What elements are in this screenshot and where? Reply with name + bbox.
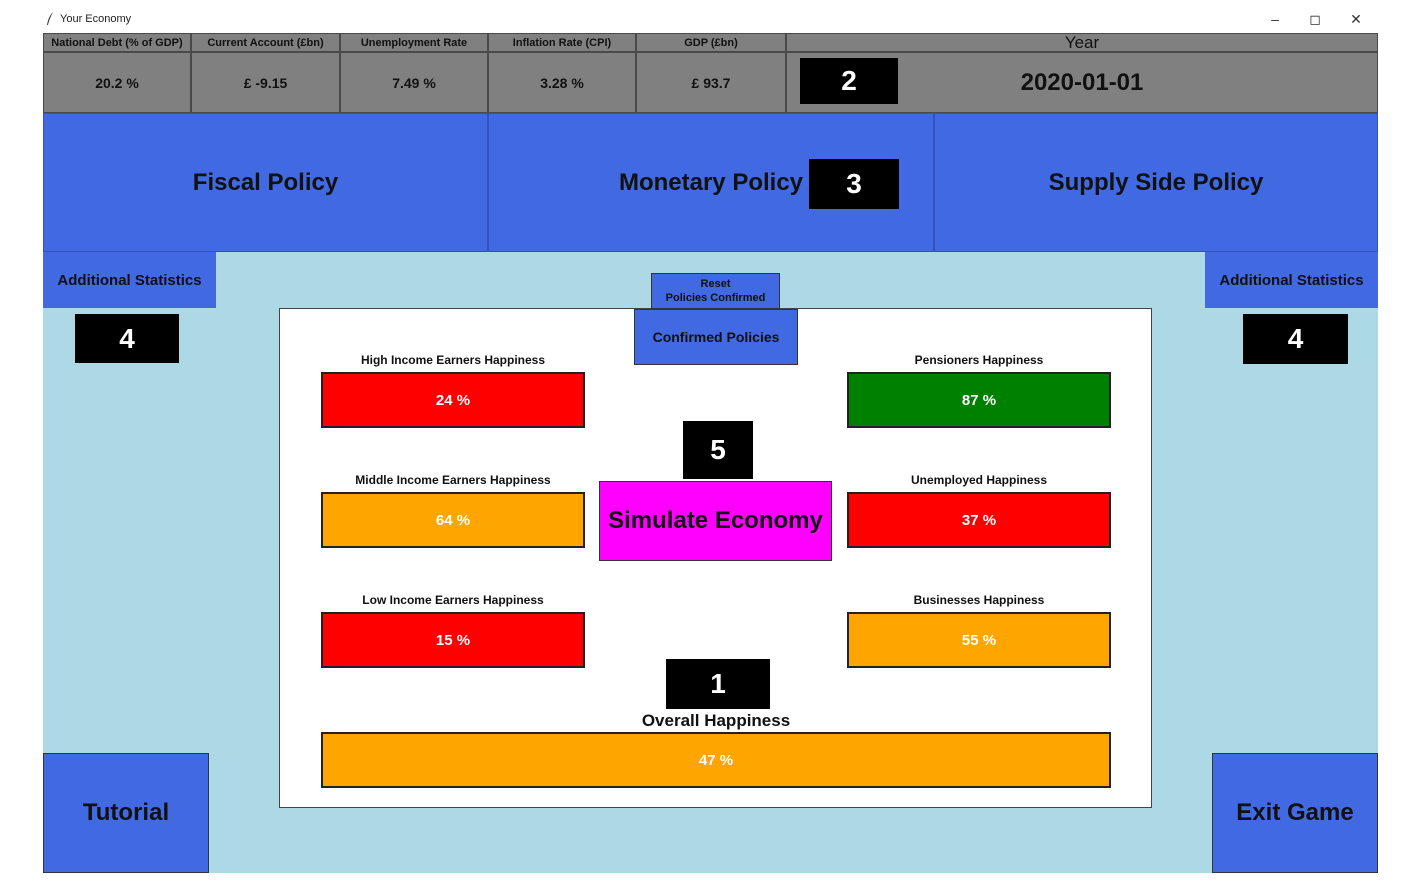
national-debt-value: 20.2 % bbox=[43, 52, 191, 113]
annotation-badge-5: 5 bbox=[683, 421, 753, 479]
overall-happiness-bar: 47 % bbox=[321, 732, 1111, 788]
feather-icon bbox=[47, 12, 53, 25]
gdp-value: £ 93.7 bbox=[636, 52, 786, 113]
businesses-label: Businesses Happiness bbox=[913, 593, 1045, 607]
businesses-happiness-bar: 55 % bbox=[847, 612, 1111, 668]
annotation-badge-3: 3 bbox=[809, 159, 899, 209]
inflation-rate-header: Inflation Rate (CPI) bbox=[488, 33, 636, 52]
low-income-happiness-bar: 15 % bbox=[321, 612, 585, 668]
reset-policies-button[interactable]: Reset Policies Confirmed bbox=[651, 273, 780, 309]
additional-statistics-left-button[interactable]: Additional Statistics bbox=[43, 252, 216, 308]
year-value-text: 2020-01-01 bbox=[1020, 68, 1144, 96]
middle-income-label: Middle Income Earners Happiness bbox=[355, 473, 551, 487]
annotation-badge-2: 2 bbox=[800, 58, 898, 104]
overall-happiness-label: Overall Happiness bbox=[641, 711, 791, 730]
window-title: Your Economy bbox=[60, 13, 132, 25]
tutorial-button[interactable]: Tutorial bbox=[43, 753, 209, 873]
national-debt-header: National Debt (% of GDP) bbox=[43, 33, 191, 52]
high-income-label: High Income Earners Happiness bbox=[360, 353, 546, 367]
unemployment-rate-value: 7.49 % bbox=[340, 52, 488, 113]
reset-label: Reset bbox=[700, 278, 731, 290]
close-icon[interactable]: ✕ bbox=[1342, 8, 1370, 30]
simulate-economy-button[interactable]: Simulate Economy bbox=[599, 481, 832, 561]
pensioners-happiness-bar: 87 % bbox=[847, 372, 1111, 428]
annotation-badge-1: 1 bbox=[666, 659, 770, 709]
additional-statistics-right-button[interactable]: Additional Statistics bbox=[1205, 252, 1378, 308]
unemployed-happiness-bar: 37 % bbox=[847, 492, 1111, 548]
current-account-value: £ -9.15 bbox=[191, 52, 340, 113]
supply-side-policy-button[interactable]: Supply Side Policy bbox=[934, 113, 1378, 252]
policies-confirmed-label: Policies Confirmed bbox=[665, 292, 766, 304]
maximize-icon[interactable]: ◻ bbox=[1301, 8, 1329, 30]
pensioners-label: Pensioners Happiness bbox=[914, 353, 1044, 367]
high-income-happiness-bar: 24 % bbox=[321, 372, 585, 428]
confirmed-policies-button[interactable]: Confirmed Policies bbox=[634, 309, 798, 365]
unemployment-rate-header: Unemployment Rate bbox=[340, 33, 488, 52]
fiscal-policy-button[interactable]: Fiscal Policy bbox=[43, 113, 488, 252]
current-account-header: Current Account (£bn) bbox=[191, 33, 340, 52]
gdp-header: GDP (£bn) bbox=[636, 33, 786, 52]
title-bar bbox=[0, 0, 1416, 33]
inflation-rate-value: 3.28 % bbox=[488, 52, 636, 113]
exit-game-button[interactable]: Exit Game bbox=[1212, 753, 1378, 873]
middle-income-happiness-bar: 64 % bbox=[321, 492, 585, 548]
minimize-icon[interactable]: – bbox=[1261, 8, 1289, 30]
monetary-policy-label: Monetary Policy bbox=[618, 168, 804, 196]
annotation-badge-4-right: 4 bbox=[1243, 314, 1348, 364]
low-income-label: Low Income Earners Happiness bbox=[362, 593, 544, 607]
annotation-badge-4-left: 4 bbox=[75, 314, 179, 363]
year-header: Year bbox=[786, 33, 1378, 52]
unemployed-label: Unemployed Happiness bbox=[910, 473, 1048, 487]
